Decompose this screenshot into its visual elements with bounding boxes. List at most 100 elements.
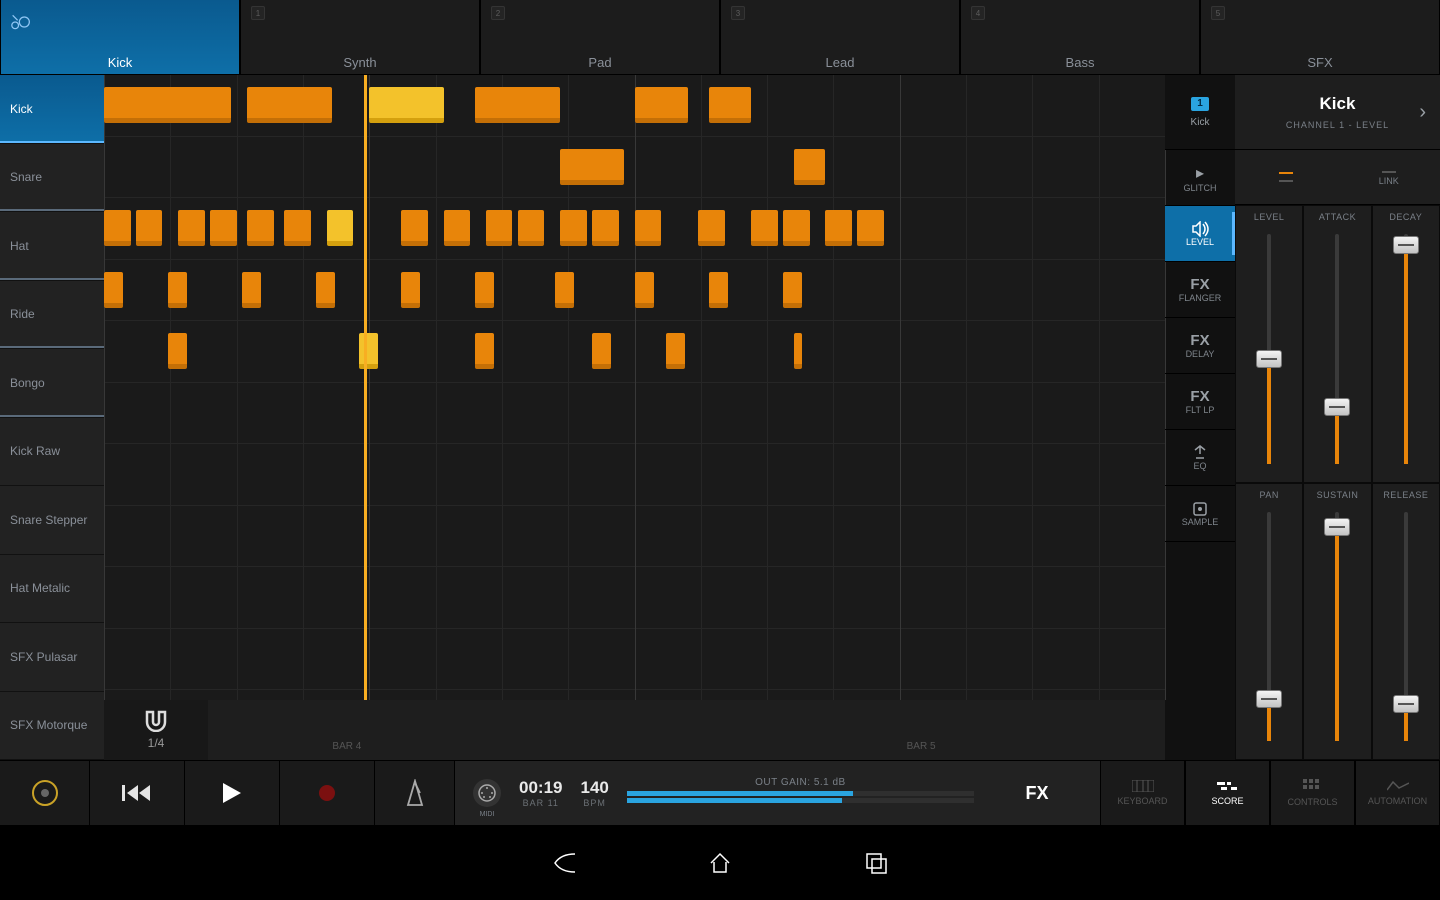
slider-attack[interactable]: ATTACK bbox=[1303, 205, 1371, 483]
instrument-ride[interactable]: Ride bbox=[0, 281, 104, 350]
note[interactable] bbox=[857, 210, 884, 246]
instrument-snare-stepper[interactable]: Snare Stepper bbox=[0, 486, 104, 555]
instrument-sfx-pulasar[interactable]: SFX Pulasar bbox=[0, 623, 104, 692]
strip-filter[interactable]: FX FLT LP bbox=[1165, 374, 1235, 430]
slider-pan[interactable]: PAN bbox=[1235, 483, 1303, 761]
mode-automation[interactable]: AUTOMATION bbox=[1355, 761, 1440, 825]
playhead[interactable] bbox=[364, 75, 367, 700]
slider-level[interactable]: LEVEL bbox=[1235, 205, 1303, 483]
note[interactable] bbox=[783, 210, 810, 246]
strip-sample[interactable]: SAMPLE bbox=[1165, 486, 1235, 542]
note[interactable] bbox=[635, 272, 654, 308]
slider-thumb[interactable] bbox=[1393, 236, 1419, 254]
note[interactable] bbox=[475, 333, 494, 369]
record-button[interactable] bbox=[280, 761, 375, 825]
play-button[interactable] bbox=[185, 761, 280, 825]
track-tab-synth[interactable]: 1 Synth bbox=[240, 0, 480, 74]
note[interactable] bbox=[555, 272, 574, 308]
note[interactable] bbox=[444, 210, 471, 246]
note[interactable] bbox=[709, 272, 728, 308]
track-tab-kick[interactable]: Kick bbox=[0, 0, 240, 74]
note[interactable] bbox=[104, 272, 123, 308]
note[interactable] bbox=[794, 333, 802, 369]
midi-icon[interactable]: MIDI bbox=[473, 779, 501, 807]
sequencer[interactable]: 1/4 BAR 4 BAR 5 bbox=[104, 75, 1165, 760]
instrument-sfx-motorque[interactable]: SFX Motorque bbox=[0, 692, 104, 761]
slider-sustain[interactable]: SUSTAIN bbox=[1303, 483, 1371, 761]
quantize-toggle[interactable]: 1/4 bbox=[104, 700, 208, 760]
instrument-bongo[interactable]: Bongo bbox=[0, 349, 104, 418]
strip-delay[interactable]: FX DELAY bbox=[1165, 318, 1235, 374]
slider-thumb[interactable] bbox=[1256, 350, 1282, 368]
strip-glitch[interactable]: ▸ GLITCH bbox=[1165, 150, 1235, 206]
transport-bpm[interactable]: 140 BPM bbox=[580, 778, 608, 808]
note[interactable] bbox=[560, 149, 624, 185]
track-tab-bass[interactable]: 4 Bass bbox=[960, 0, 1200, 74]
note[interactable] bbox=[635, 210, 662, 246]
track-tab-sfx[interactable]: 5 SFX bbox=[1200, 0, 1440, 74]
transport-time[interactable]: 00:19 BAR 11 bbox=[519, 778, 562, 808]
note[interactable] bbox=[104, 210, 131, 246]
instrument-snare[interactable]: Snare bbox=[0, 144, 104, 213]
note[interactable] bbox=[401, 210, 428, 246]
note[interactable] bbox=[210, 210, 237, 246]
note[interactable] bbox=[136, 210, 163, 246]
slider-thumb[interactable] bbox=[1256, 690, 1282, 708]
inspector-link[interactable]: LINK bbox=[1338, 150, 1440, 204]
strip-level[interactable]: LEVEL bbox=[1165, 206, 1235, 262]
app-menu-button[interactable] bbox=[0, 761, 90, 825]
note[interactable] bbox=[247, 210, 274, 246]
note[interactable] bbox=[475, 87, 560, 123]
note[interactable] bbox=[168, 272, 187, 308]
note[interactable] bbox=[794, 149, 826, 185]
slider-thumb[interactable] bbox=[1324, 398, 1350, 416]
slider-thumb[interactable] bbox=[1324, 518, 1350, 536]
note[interactable] bbox=[592, 210, 619, 246]
note[interactable] bbox=[168, 333, 187, 369]
note[interactable] bbox=[560, 210, 587, 246]
note[interactable] bbox=[635, 87, 688, 123]
track-tab-lead[interactable]: 3 Lead bbox=[720, 0, 960, 74]
note[interactable] bbox=[825, 210, 852, 246]
note[interactable] bbox=[486, 210, 513, 246]
mode-controls[interactable]: CONTROLS bbox=[1270, 761, 1355, 825]
note[interactable] bbox=[401, 272, 420, 308]
instrument-kick[interactable]: Kick bbox=[0, 75, 104, 144]
note[interactable] bbox=[475, 272, 494, 308]
note[interactable] bbox=[242, 272, 261, 308]
fx-button[interactable]: FX bbox=[992, 783, 1082, 804]
note[interactable] bbox=[284, 210, 311, 246]
note[interactable] bbox=[359, 333, 378, 369]
mode-keyboard[interactable]: KEYBOARD bbox=[1100, 761, 1185, 825]
note[interactable] bbox=[327, 210, 354, 246]
track-tab-pad[interactable]: 2 Pad bbox=[480, 0, 720, 74]
instrument-kick-raw[interactable]: Kick Raw bbox=[0, 418, 104, 487]
note[interactable] bbox=[666, 333, 685, 369]
note[interactable] bbox=[247, 87, 332, 123]
android-back-icon[interactable] bbox=[551, 850, 577, 876]
slider-decay[interactable]: DECAY bbox=[1372, 205, 1440, 483]
instrument-hat-metalic[interactable]: Hat Metalic bbox=[0, 555, 104, 624]
android-recent-icon[interactable] bbox=[863, 850, 889, 876]
note[interactable] bbox=[783, 272, 802, 308]
note[interactable] bbox=[316, 272, 335, 308]
note[interactable] bbox=[592, 333, 611, 369]
rewind-button[interactable] bbox=[90, 761, 185, 825]
slider-release[interactable]: RELEASE bbox=[1372, 483, 1440, 761]
mode-score[interactable]: SCORE bbox=[1185, 761, 1270, 825]
note[interactable] bbox=[709, 87, 751, 123]
android-home-icon[interactable] bbox=[707, 850, 733, 876]
metronome-button[interactable] bbox=[375, 761, 455, 825]
note[interactable] bbox=[518, 210, 545, 246]
strip-eq[interactable]: EQ bbox=[1165, 430, 1235, 486]
note[interactable] bbox=[698, 210, 725, 246]
output-meter[interactable]: OUT GAIN: 5.1 dB bbox=[627, 781, 974, 805]
instrument-hat[interactable]: Hat bbox=[0, 212, 104, 281]
note[interactable] bbox=[104, 87, 231, 123]
channel-select[interactable]: 1 Kick bbox=[1165, 75, 1235, 150]
chevron-right-icon[interactable]: › bbox=[1419, 101, 1426, 124]
note[interactable] bbox=[178, 210, 205, 246]
timeline[interactable]: BAR 4 BAR 5 bbox=[208, 700, 1165, 760]
strip-flanger[interactable]: FX FLANGER bbox=[1165, 262, 1235, 318]
note[interactable] bbox=[751, 210, 778, 246]
